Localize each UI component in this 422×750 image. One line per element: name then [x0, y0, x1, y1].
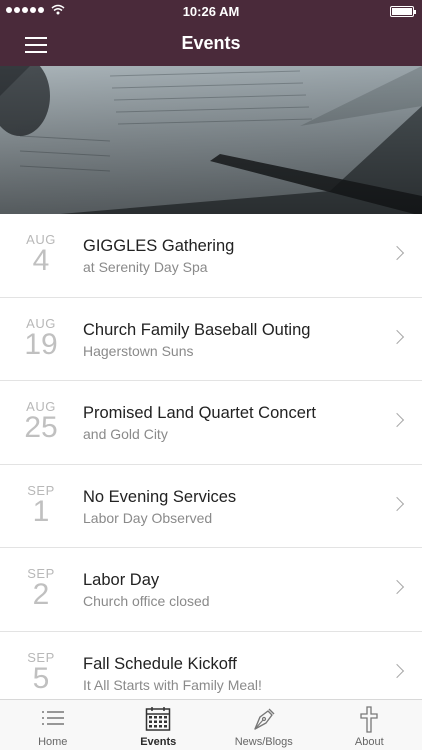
cross-icon [360, 706, 378, 733]
event-row[interactable]: AUG 25 Promised Land Quartet Concert and… [0, 381, 422, 465]
battery-icon [390, 6, 416, 17]
event-date: SEP 5 [16, 650, 66, 694]
chevron-right-icon [389, 245, 405, 261]
event-title: Labor Day [83, 571, 160, 590]
pen-nib-icon [254, 708, 275, 730]
event-row[interactable]: AUG 19 Church Family Baseball Outing Hag… [0, 298, 422, 382]
event-subtitle: Church office closed [83, 593, 210, 610]
event-date: AUG 19 [16, 316, 66, 360]
event-date: SEP 2 [16, 566, 66, 610]
event-row[interactable]: SEP 2 Labor Day Church office closed [0, 548, 422, 632]
hero-image [0, 66, 422, 214]
tab-label: About [354, 736, 384, 748]
event-title: No Evening Services [83, 487, 237, 506]
event-day: 2 [32, 578, 50, 612]
event-subtitle: Hagerstown Suns [83, 342, 194, 359]
tab-label: Home [38, 736, 68, 748]
chevron-right-icon [389, 329, 405, 344]
event-title: Promised Land Quartet Concert [83, 404, 316, 423]
event-subtitle: and Gold City [83, 426, 168, 443]
tab-label: News/Blogs [234, 736, 293, 748]
event-date: AUG 25 [16, 399, 66, 443]
list-icon [41, 711, 64, 725]
tab-home[interactable]: Home [0, 700, 106, 750]
event-day: 1 [32, 494, 50, 528]
event-title: GIGGLES Gathering [83, 237, 235, 255]
tab-events[interactable]: Events [106, 700, 212, 750]
chevron-right-icon [389, 496, 405, 511]
chevron-right-icon [389, 580, 405, 595]
calendar-icon [146, 707, 171, 731]
events-list: AUG 4 GIGGLES Gathering at Serenity Day … [0, 214, 422, 699]
chevron-right-icon [389, 413, 405, 428]
event-row[interactable]: SEP 5 Fall Schedule Kickoff It All Start… [0, 632, 422, 699]
event-subtitle: at Serenity Day Spa [83, 259, 208, 275]
event-title: Church Family Baseball Outing [83, 320, 311, 339]
event-date: SEP 1 [16, 483, 66, 527]
tab-news-blogs[interactable]: News/Blogs [211, 700, 317, 750]
tab-about[interactable]: About [317, 700, 422, 750]
event-row[interactable]: SEP 1 No Evening Services Labor Day Obse… [0, 465, 422, 549]
tab-bar: Home Events News/Blogs About [0, 699, 422, 750]
status-time: 10:26 AM [182, 4, 240, 19]
event-subtitle: Labor Day Observed [83, 509, 213, 526]
page-title: Events [181, 33, 241, 53]
planner-photo [0, 66, 422, 214]
tab-label: Events [140, 736, 177, 748]
event-date: AUG 4 [16, 232, 66, 276]
event-day: 25 [24, 411, 58, 445]
event-row[interactable]: AUG 4 GIGGLES Gathering at Serenity Day … [0, 214, 422, 298]
navigation-bar: Events [0, 22, 422, 66]
event-day: 5 [32, 661, 50, 695]
event-day: 4 [32, 244, 50, 277]
chevron-right-icon [389, 663, 405, 679]
event-title: Fall Schedule Kickoff [83, 654, 237, 673]
event-subtitle: It All Starts with Family Meal! [83, 676, 262, 693]
status-bar: 10:26 AM [0, 0, 422, 22]
event-day: 19 [24, 327, 58, 361]
